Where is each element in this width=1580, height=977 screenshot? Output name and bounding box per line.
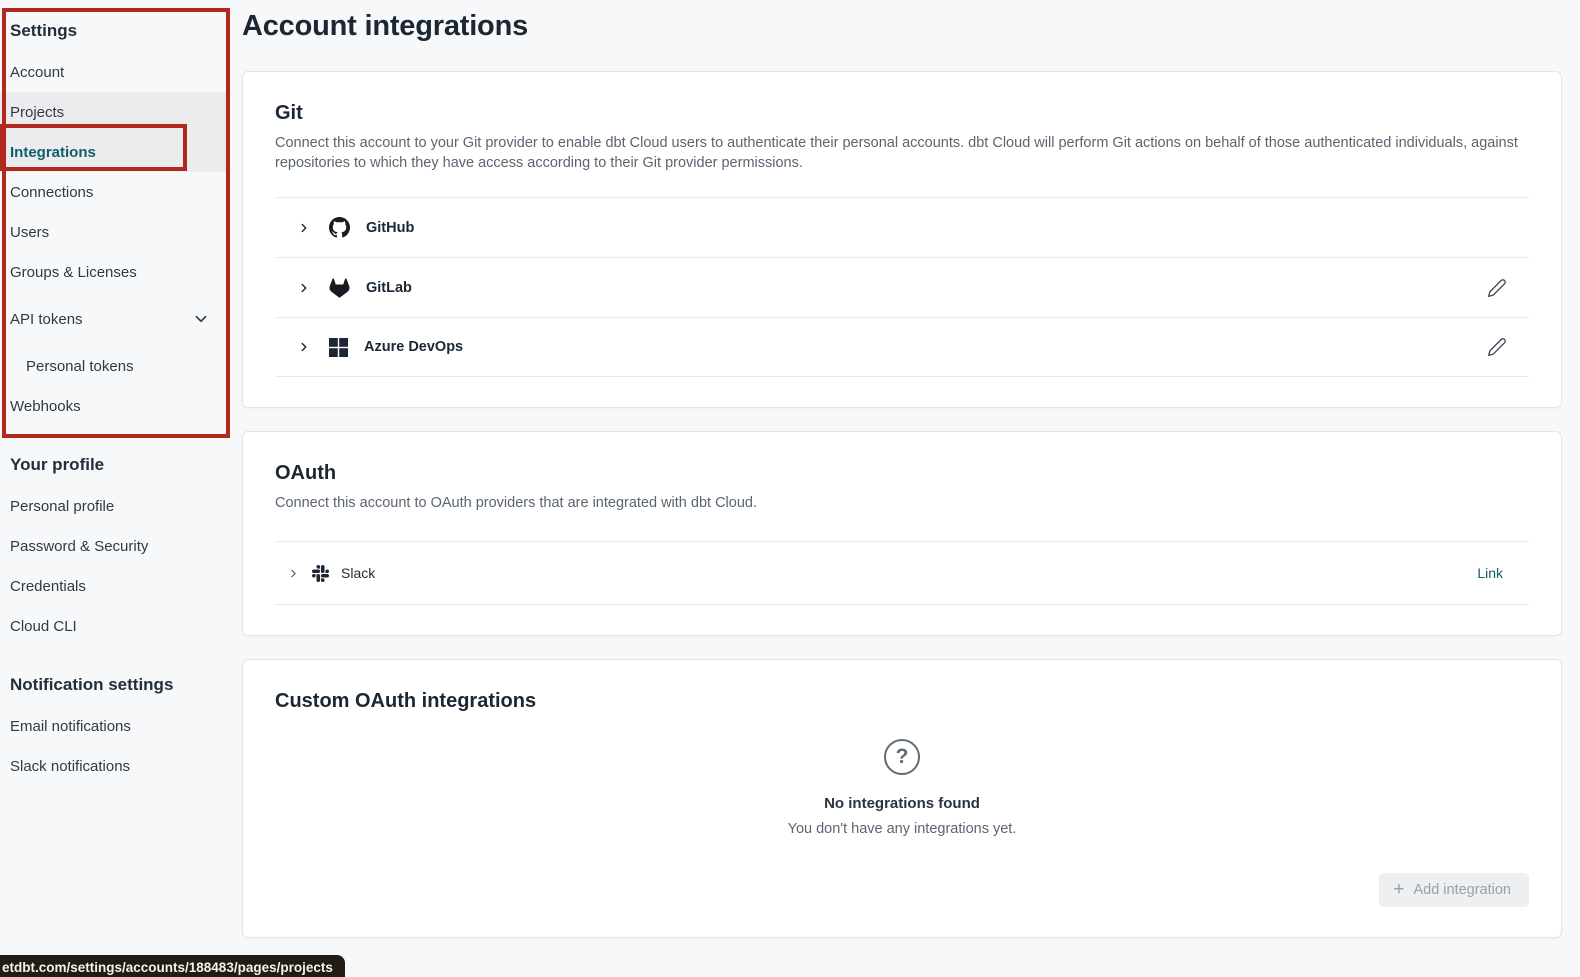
git-row-label: Azure DevOps: [364, 339, 463, 355]
sidebar-item-users[interactable]: Users: [0, 212, 230, 252]
github-icon: [329, 217, 350, 238]
sidebar-item-webhooks[interactable]: Webhooks: [0, 386, 230, 426]
sidebar-item-account[interactable]: Account: [0, 52, 230, 92]
git-row-github[interactable]: GitHub: [275, 197, 1529, 257]
sidebar-item-cloud-cli[interactable]: Cloud CLI: [0, 606, 230, 646]
add-integration-button[interactable]: + Add integration: [1379, 873, 1529, 907]
empty-state-title: No integrations found: [824, 795, 980, 812]
sidebar-section-profile-title: Your profile: [0, 444, 230, 486]
question-circle-icon: ?: [884, 739, 920, 775]
sidebar-item-slack-notifications[interactable]: Slack notifications: [0, 746, 230, 786]
sidebar-item-email-notifications[interactable]: Email notifications: [0, 706, 230, 746]
sidebar-item-personal-profile[interactable]: Personal profile: [0, 486, 230, 526]
sidebar-section-settings-title: Settings: [0, 10, 230, 52]
gitlab-icon: [329, 278, 350, 298]
sidebar-item-personal-tokens[interactable]: Personal tokens: [0, 346, 230, 386]
oauth-section-description: Connect this account to OAuth providers …: [275, 493, 1529, 513]
git-row-label: GitHub: [366, 220, 414, 236]
git-section-description: Connect this account to your Git provide…: [275, 133, 1529, 173]
azure-devops-icon: [329, 338, 348, 357]
add-integration-button-label: Add integration: [1413, 882, 1511, 898]
edit-pencil-icon[interactable]: [1483, 274, 1511, 302]
chevron-right-icon: [297, 221, 311, 235]
oauth-provider-list: Slack Link: [275, 541, 1529, 605]
sidebar-item-groups-licenses[interactable]: Groups & Licenses: [0, 252, 230, 292]
oauth-row-slack[interactable]: Slack Link: [275, 541, 1529, 605]
page-title: Account integrations: [242, 10, 1562, 43]
slack-icon: [312, 565, 329, 582]
main-content: Account integrations Git Connect this ac…: [230, 0, 1580, 977]
slack-link-action[interactable]: Link: [1477, 565, 1503, 581]
chevron-right-icon: [287, 567, 300, 580]
sidebar-item-connections[interactable]: Connections: [0, 172, 230, 212]
sidebar-item-password-security[interactable]: Password & Security: [0, 526, 230, 566]
sidebar-item-projects[interactable]: Projects: [0, 92, 230, 132]
sidebar-item-credentials[interactable]: Credentials: [0, 566, 230, 606]
edit-pencil-icon[interactable]: [1483, 333, 1511, 361]
git-section-card: Git Connect this account to your Git pro…: [242, 71, 1562, 408]
sidebar-section-notifications-title: Notification settings: [0, 664, 230, 706]
chevron-down-icon: [192, 310, 210, 328]
sidebar-item-integrations[interactable]: Integrations: [0, 132, 230, 172]
git-provider-list: GitHub GitLab: [275, 197, 1529, 377]
plus-icon: +: [1393, 883, 1404, 897]
link-url-tooltip: etdbt.com/settings/accounts/188483/pages…: [0, 955, 345, 977]
oauth-section-card: OAuth Connect this account to OAuth prov…: [242, 431, 1562, 636]
git-row-label: GitLab: [366, 280, 412, 296]
chevron-right-icon: [297, 281, 311, 295]
custom-oauth-section-card: Custom OAuth integrations ? No integrati…: [242, 659, 1562, 938]
git-section-title: Git: [275, 102, 1529, 125]
git-row-azure-devops[interactable]: Azure DevOps: [275, 317, 1529, 377]
empty-state: ? No integrations found You don't have a…: [275, 739, 1529, 837]
chevron-right-icon: [297, 340, 311, 354]
custom-oauth-section-title: Custom OAuth integrations: [275, 690, 1529, 713]
sidebar-item-api-tokens[interactable]: API tokens: [0, 299, 230, 339]
settings-sidebar: Settings Account Projects Integrations C…: [0, 0, 230, 977]
oauth-section-title: OAuth: [275, 462, 1529, 485]
oauth-row-label: Slack: [341, 565, 375, 581]
empty-state-subtitle: You don't have any integrations yet.: [788, 821, 1017, 837]
sidebar-item-label: API tokens: [10, 311, 83, 328]
git-row-gitlab[interactable]: GitLab: [275, 257, 1529, 317]
